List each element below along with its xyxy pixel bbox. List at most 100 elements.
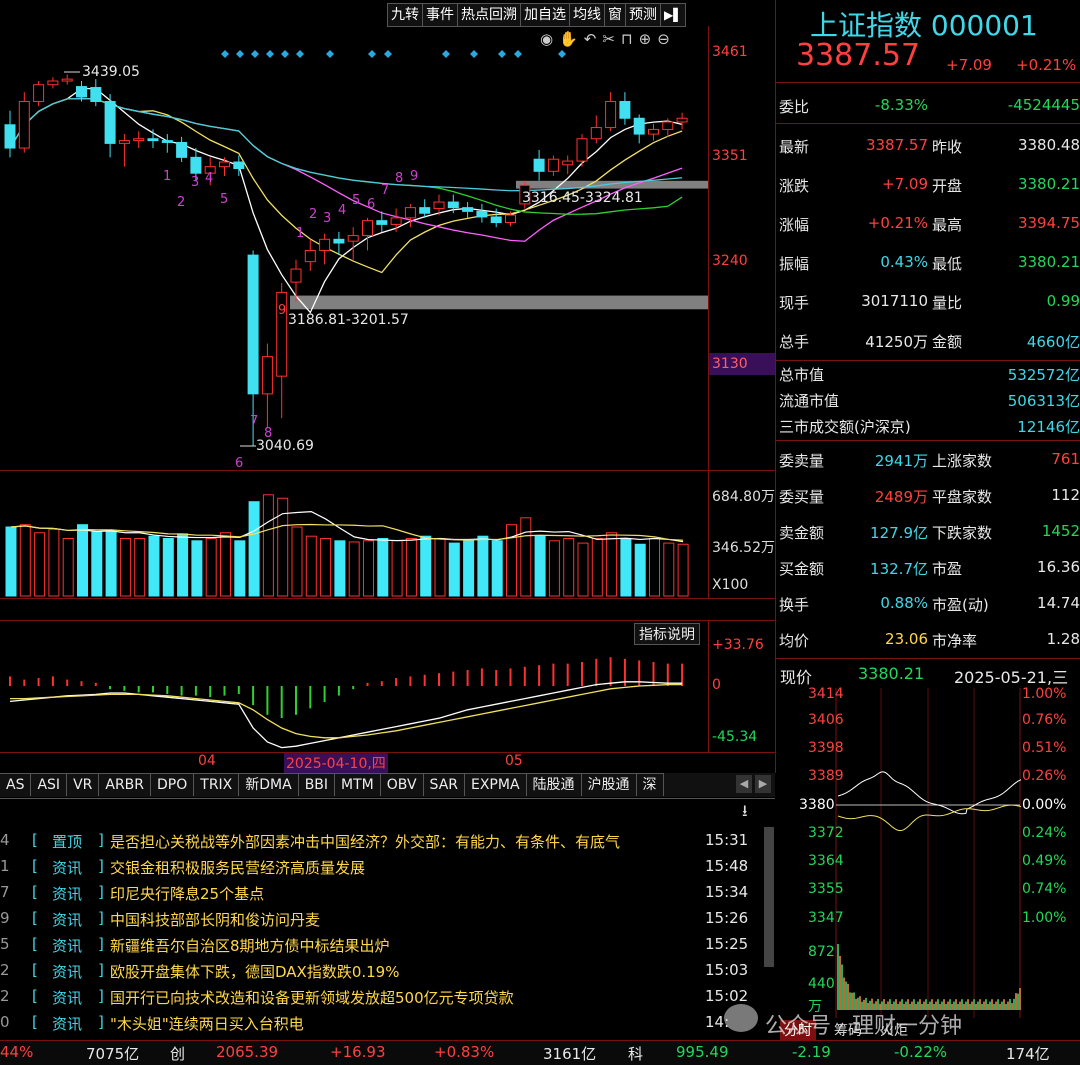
- candle-body: [147, 138, 159, 142]
- nine-turn-number: 8: [264, 426, 273, 441]
- candle-body: [61, 78, 73, 82]
- event-marker: [384, 50, 392, 58]
- news-title[interactable]: 交银金租积极服务民营经济高质量发展: [110, 857, 365, 878]
- tab-trix[interactable]: TRIX: [194, 773, 240, 796]
- volume-bar: [5, 526, 17, 597]
- quote-row-value: 127.9亿: [870, 524, 928, 542]
- tabs-scroll-left-icon[interactable]: ◀: [736, 775, 752, 793]
- candlestick-chart[interactable]: [0, 26, 708, 470]
- toolbar-add-favorite-button[interactable]: 加自选: [520, 3, 570, 27]
- tab-lugutong[interactable]: 陆股通: [526, 773, 582, 796]
- nine-turn-number: 3: [323, 211, 332, 226]
- tab-dpo[interactable]: DPO: [151, 773, 195, 796]
- news-item[interactable]: 7 [ 资讯 ] 印尼央行降息25个基点 15:34: [0, 879, 775, 905]
- news-item[interactable]: 2 [ 资讯 ] 欧股开盘集体下跌，德国DAX指数跌0.19% 15:03: [0, 957, 775, 983]
- macd-chart[interactable]: [0, 640, 708, 752]
- tab-asi[interactable]: ASI: [31, 773, 68, 796]
- tab-expma[interactable]: EXPMA: [465, 773, 527, 796]
- intraday-price-line: [837, 771, 1022, 815]
- news-title[interactable]: 中国科技部部长阴和俊访问丹麦: [110, 909, 320, 930]
- candle-body: [633, 117, 645, 135]
- macd-axis-line: [708, 620, 709, 752]
- nine-turn-number: 2: [309, 207, 318, 222]
- news-item[interactable]: 9 [ 资讯 ] 中国科技部部长阴和俊访问丹麦 15:26: [0, 905, 775, 931]
- candle-body: [419, 207, 431, 214]
- tab-sar[interactable]: SAR: [423, 773, 465, 796]
- news-tag-open: [: [32, 961, 38, 979]
- quote-row-value: 2941万: [874, 452, 928, 470]
- candle-body: [590, 127, 602, 140]
- toolbar-nine-turn-button[interactable]: 九转: [387, 3, 423, 27]
- nine-turn-number: 3: [191, 175, 200, 190]
- candle-body: [533, 158, 545, 172]
- volume-bar: [649, 538, 660, 597]
- news-item[interactable]: 2 [ 资讯 ] 国开行已向技术改造和设备更新领域发放超500亿元专项贷款 15…: [0, 983, 775, 1009]
- tab-as[interactable]: AS: [0, 773, 32, 796]
- news-title[interactable]: 是否担心关税战等外部因素冲击中国经济？外交部：有能力、有条件、有底气: [110, 831, 620, 852]
- intraday-price-tick: 3398: [808, 740, 844, 756]
- volume-bar: [434, 538, 446, 597]
- tabs-scroll-right-icon[interactable]: ▶: [755, 775, 771, 793]
- news-title[interactable]: 国开行已向技术改造和设备更新领域发放超500亿元专项贷款: [110, 987, 514, 1008]
- toolbar-collapse-icon[interactable]: ▶▌: [660, 3, 687, 27]
- tab-shen[interactable]: 深: [636, 773, 664, 796]
- intraday-pct-tick: 1.00%: [1022, 686, 1067, 702]
- macd-tick: -45.34: [712, 729, 758, 745]
- volume-bar: [534, 535, 546, 597]
- toolbar-window-button[interactable]: 窗: [604, 3, 626, 27]
- status-bar: 44% 7075亿 创 2065.39 +16.93 +0.83% 3161亿 …: [0, 1040, 1080, 1065]
- candle-body: [547, 158, 559, 172]
- tab-mtm[interactable]: MTM: [335, 773, 381, 796]
- intraday-pct-tick: 0.24%: [1022, 825, 1067, 841]
- toolbar-forecast-button[interactable]: 预测: [625, 3, 661, 27]
- volume-bar: [162, 538, 174, 597]
- quote-row-value: +7.09: [882, 175, 928, 193]
- quote-row-label: 涨跌: [779, 177, 810, 195]
- tab-hugutong[interactable]: 沪股通: [581, 773, 637, 796]
- quote-price: 3387.57: [796, 38, 921, 73]
- toolbar-ma-button[interactable]: 均线: [569, 3, 605, 27]
- volume-bar: [348, 541, 360, 597]
- volume-bar: [305, 535, 317, 597]
- news-title[interactable]: 新疆维吾尔自治区8期地方债中标结果出炉: [110, 935, 390, 956]
- tab-vr[interactable]: VR: [67, 773, 100, 796]
- tab-new-dma[interactable]: 新DMA: [239, 773, 299, 796]
- volume-bar: [62, 538, 74, 597]
- cursor-date-label: 2025-04-10,四: [284, 753, 388, 773]
- news-tag-open: [: [32, 883, 38, 901]
- quote-row-label: 买金额: [779, 560, 825, 578]
- intraday-pct-tick: 0.74%: [1022, 881, 1067, 897]
- tab-arbr[interactable]: ARBR: [99, 773, 152, 796]
- quote-row-label: 平盘家数: [932, 488, 993, 506]
- toolbar-event-button[interactable]: 事件: [422, 3, 458, 27]
- news-title[interactable]: "木头姐"连续两日买入台积电: [110, 1013, 304, 1034]
- news-tag-close: ]: [98, 961, 104, 979]
- news-title[interactable]: 印尼央行降息25个基点: [110, 883, 264, 904]
- download-icon[interactable]: ⭳: [742, 800, 748, 827]
- candle-body: [619, 100, 631, 119]
- news-item[interactable]: 5 [ 资讯 ] 新疆维吾尔自治区8期地方债中标结果出炉 15:25: [0, 931, 775, 957]
- quote-row-label: 委比: [779, 98, 810, 116]
- volume-chart[interactable]: [0, 471, 708, 598]
- volume-bar: [448, 542, 460, 597]
- tab-bbi[interactable]: BBI: [298, 773, 336, 796]
- gap-lower-annotation: 3186.81-3201.57: [288, 312, 409, 328]
- news-tag-open: [: [32, 987, 38, 1005]
- news-time: 15:26: [705, 909, 749, 927]
- volume-bar: [563, 538, 575, 597]
- news-item[interactable]: 1 [ 资讯 ] 交银金租积极服务民营经济高质量发展 15:48: [0, 853, 775, 879]
- quote-row-value: -8.33%: [874, 96, 928, 114]
- news-time: 15:48: [705, 857, 749, 875]
- x-tick: 05: [505, 753, 523, 769]
- mini-chart-header: 现价 3380.21 2025-05-21,三: [776, 661, 1080, 689]
- news-title[interactable]: 欧股开盘集体下跌，德国DAX指数跌0.19%: [110, 961, 399, 982]
- news-index: 5: [0, 935, 10, 953]
- news-item[interactable]: 0 [ 资讯 ] "木头姐"连续两日买入台积电 14:: [0, 1009, 775, 1035]
- tab-obv[interactable]: OBV: [380, 773, 424, 796]
- toolbar-hotspot-button[interactable]: 热点回溯: [457, 3, 521, 27]
- volume-bar: [177, 533, 189, 597]
- news-item[interactable]: 4 [ 置顶 ] 是否担心关税战等外部因素冲击中国经济？外交部：有能力、有条件、…: [0, 827, 775, 853]
- quote-row-value: 16.36: [1037, 558, 1080, 576]
- quote-row-value: 3017110: [861, 292, 928, 310]
- quote-row-value: 112: [1051, 486, 1080, 504]
